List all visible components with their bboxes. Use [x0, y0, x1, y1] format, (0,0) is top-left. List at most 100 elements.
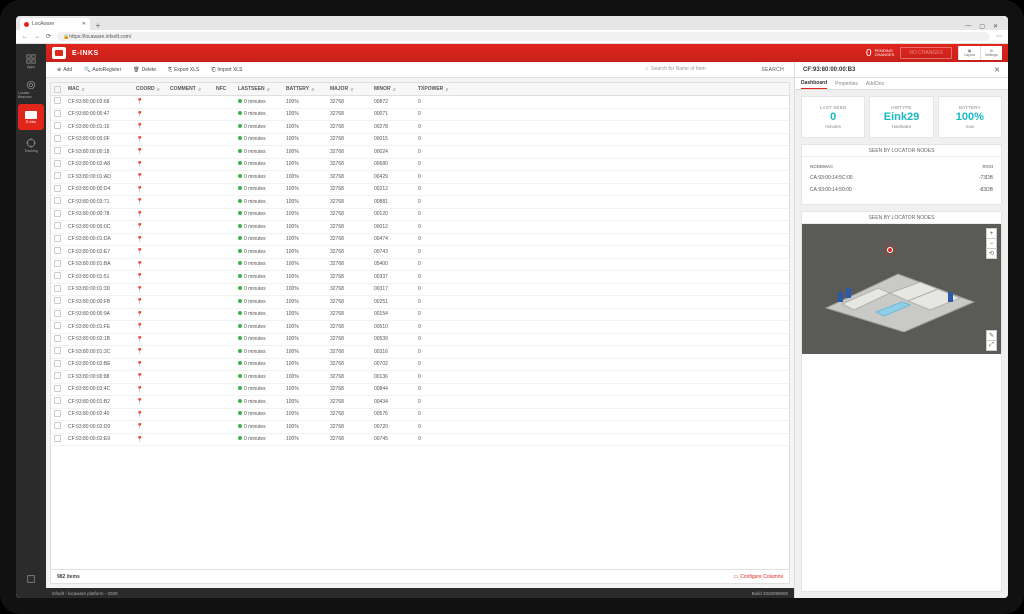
grid-body[interactable]: CF:93:80:00:03:68📍0 minutes100%327680087… — [50, 96, 790, 570]
nav-apps[interactable]: Apps — [18, 48, 44, 74]
table-row[interactable]: CF:93:80:00:01:3C📍0 minutes100%327680031… — [51, 346, 789, 359]
table-row[interactable]: CF:93:80:00:01:51📍0 minutes100%327680033… — [51, 271, 789, 284]
col-battery[interactable]: BATTERY⇵ — [283, 86, 327, 92]
row-checkbox[interactable] — [54, 422, 61, 429]
col-mac[interactable]: MAC⇵ — [65, 86, 133, 92]
table-row[interactable]: CF:93:80:00:02:D0📍0 minutes100%327680072… — [51, 421, 789, 434]
detail-close-icon[interactable]: ✕ — [994, 66, 1000, 74]
table-row[interactable]: CF:93:80:00:03:68📍0 minutes100%327680087… — [51, 96, 789, 109]
window-close-icon[interactable]: ✕ — [993, 23, 998, 30]
table-row[interactable]: CF:93:80:00:01:BA📍0 minutes100%327680540… — [51, 259, 789, 272]
row-checkbox[interactable] — [54, 272, 61, 279]
table-row[interactable]: CF:93:80:00:03:71📍0 minutes100%327680088… — [51, 196, 789, 209]
row-checkbox[interactable] — [54, 122, 61, 129]
add-button[interactable]: ⊕ Add — [52, 64, 77, 76]
table-row[interactable]: CF:93:80:00:02:E9📍0 minutes100%327680074… — [51, 434, 789, 447]
table-row[interactable]: CF:93:80:00:00:78📍0 minutes100%327680012… — [51, 209, 789, 222]
table-row[interactable]: CF:93:80:00:01:AD📍0 minutes100%327680042… — [51, 171, 789, 184]
table-row[interactable]: CF:93:80:00:00:0C📍0 minutes100%327680001… — [51, 221, 789, 234]
col-tx[interactable]: TXPOWER⇵ — [415, 86, 455, 92]
import-xls-button[interactable]: ⎗ Import XLS — [206, 64, 247, 76]
table-row[interactable]: CF:93:80:00:02:1B📍0 minutes100%327680053… — [51, 334, 789, 347]
url-input[interactable]: 🔒 https://locaware.infsoft.com/ — [57, 32, 990, 41]
row-checkbox[interactable] — [54, 322, 61, 329]
col-coord[interactable]: COORD⇵ — [133, 86, 167, 92]
row-checkbox[interactable] — [54, 260, 61, 267]
table-row[interactable]: CF:93:80:00:00:0F📍0 minutes100%327680001… — [51, 134, 789, 147]
tab-addons[interactable]: AddOns — [866, 81, 884, 89]
row-checkbox[interactable] — [54, 397, 61, 404]
table-row[interactable]: CF:93:80:00:00:9A📍0 minutes100%327680015… — [51, 309, 789, 322]
row-checkbox[interactable] — [54, 172, 61, 179]
tab-properties[interactable]: Properties — [835, 81, 858, 89]
tab-dashboard[interactable]: Dashboard — [801, 80, 827, 89]
nav-forward-icon[interactable]: → — [34, 34, 40, 40]
row-checkbox[interactable] — [54, 97, 61, 104]
browser-menu-icon[interactable]: ⋯ — [996, 33, 1002, 40]
layout-button[interactable]: ▦Layout — [958, 46, 980, 60]
row-checkbox[interactable] — [54, 285, 61, 292]
col-comment[interactable]: COMMENT⇵ — [167, 86, 213, 92]
search-input[interactable]: ⌕ Search for Name of Item — [645, 65, 755, 75]
window-minimize-icon[interactable]: — — [965, 23, 971, 30]
row-checkbox[interactable] — [54, 385, 61, 392]
row-checkbox[interactable] — [54, 197, 61, 204]
col-nfc[interactable]: NFC — [213, 86, 235, 92]
tab-close-icon[interactable]: ✕ — [82, 21, 86, 27]
nav-collapse[interactable] — [18, 566, 44, 592]
nav-locator-beacons[interactable]: Locator Beacons — [18, 76, 44, 102]
table-row[interactable]: CF:93:80:00:00:88📍0 minutes100%327680013… — [51, 371, 789, 384]
table-row[interactable]: CF:93:80:00:02:A8📍0 minutes100%327680068… — [51, 159, 789, 172]
row-checkbox[interactable] — [54, 310, 61, 317]
col-minor[interactable]: MINOR⇵ — [371, 86, 415, 92]
row-checkbox[interactable] — [54, 297, 61, 304]
col-lastseen[interactable]: LASTSEEN⇵ — [235, 86, 283, 92]
row-checkbox[interactable] — [54, 185, 61, 192]
row-checkbox[interactable] — [54, 147, 61, 154]
table-row[interactable]: CF:93:80:00:02:E7📍0 minutes100%327680074… — [51, 246, 789, 259]
search-button[interactable]: SEARCH — [757, 67, 788, 73]
row-checkbox[interactable] — [54, 110, 61, 117]
node-row[interactable]: CA:93:00:14:5C:00-73DB — [808, 172, 995, 184]
row-checkbox[interactable] — [54, 410, 61, 417]
table-row[interactable]: CF:93:80:00:00:47📍0 minutes100%327680007… — [51, 109, 789, 122]
nav-tracking[interactable]: Tracking — [18, 132, 44, 158]
row-checkbox[interactable] — [54, 160, 61, 167]
table-row[interactable]: CF:93:80:00:00:FB📍0 minutes100%327680025… — [51, 296, 789, 309]
export-xls-button[interactable]: ⎘ Export XLS — [163, 64, 204, 76]
browser-tab[interactable]: LocAware ✕ — [20, 18, 90, 30]
node-row[interactable]: CA:93:00:14:50:00-83DB — [808, 184, 995, 196]
row-checkbox[interactable] — [54, 222, 61, 229]
delete-button[interactable]: 🗑 Delete — [128, 64, 161, 76]
table-row[interactable]: CF:93:80:00:02:BE📍0 minutes100%327680070… — [51, 359, 789, 372]
autoregister-button[interactable]: 🔍 AutoRegister — [79, 64, 126, 76]
select-all-checkbox[interactable] — [54, 86, 61, 93]
row-checkbox[interactable] — [54, 360, 61, 367]
nav-reload-icon[interactable]: ⟳ — [46, 33, 51, 40]
row-checkbox[interactable] — [54, 135, 61, 142]
table-row[interactable]: CF:93:80:00:01:3D📍0 minutes100%327680031… — [51, 284, 789, 297]
table-row[interactable]: CF:93:80:00:01:16📍0 minutes100%327680027… — [51, 121, 789, 134]
configure-columns-button[interactable]: ▭ Configure Columns — [733, 574, 783, 580]
nav-back-icon[interactable]: ← — [22, 34, 28, 40]
table-row[interactable]: CF:93:80:00:01:FE📍0 minutes100%327680051… — [51, 321, 789, 334]
table-row[interactable]: CF:93:80:00:01:B2📍0 minutes100%327680043… — [51, 396, 789, 409]
table-row[interactable]: CF:93:80:00:02:40📍0 minutes100%327680057… — [51, 409, 789, 422]
row-checkbox[interactable] — [54, 210, 61, 217]
settings-button[interactable]: ⚙Settings — [980, 46, 1002, 60]
row-checkbox[interactable] — [54, 247, 61, 254]
table-row[interactable]: CF:93:80:00:01:DA📍0 minutes100%327680047… — [51, 234, 789, 247]
row-checkbox[interactable] — [54, 372, 61, 379]
nav-einks[interactable]: E-Inks — [18, 104, 44, 130]
row-checkbox[interactable] — [54, 335, 61, 342]
window-maximize-icon[interactable]: ▢ — [979, 23, 985, 30]
no-changes-button[interactable]: NO CHANGES — [900, 47, 952, 59]
row-checkbox[interactable] — [54, 235, 61, 242]
new-tab-button[interactable]: + — [93, 20, 103, 30]
table-row[interactable]: CF:93:80:00:00:D4📍0 minutes100%327680021… — [51, 184, 789, 197]
col-major[interactable]: MAJOR⇵ — [327, 86, 371, 92]
map-tool-2[interactable]: ⤢ — [986, 340, 997, 351]
map-canvas[interactable]: + − ⟲ ✎ ⤢ — [802, 224, 1001, 354]
table-row[interactable]: CF:93:80:00:03:4C📍0 minutes100%327680084… — [51, 384, 789, 397]
row-checkbox[interactable] — [54, 347, 61, 354]
